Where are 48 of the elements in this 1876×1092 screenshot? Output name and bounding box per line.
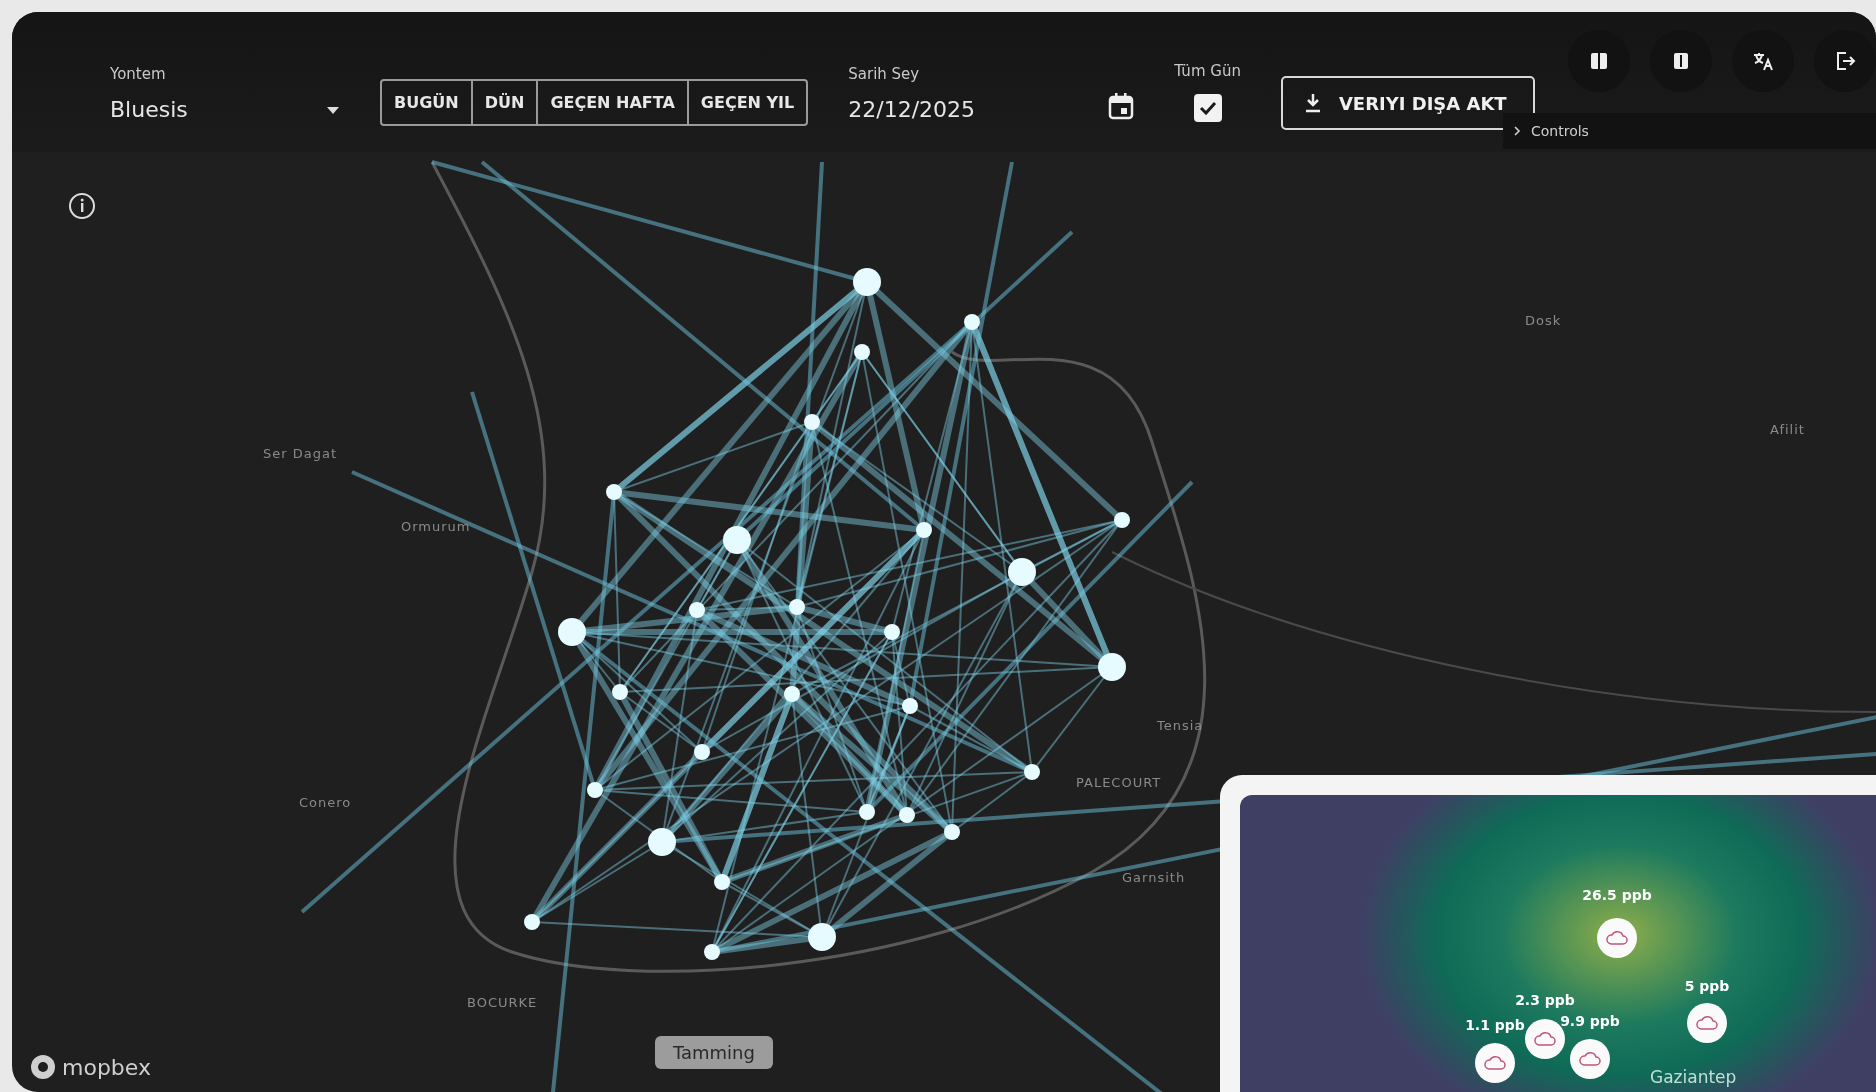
map-place-label: Ormurum	[401, 519, 471, 534]
date-label: Sarih Sey	[848, 65, 921, 83]
sensor-marker[interactable]	[1570, 1039, 1610, 1079]
method-select[interactable]: Bluesis	[110, 97, 340, 122]
sensor-marker[interactable]	[1687, 1003, 1727, 1043]
range-button[interactable]: BUGÜN	[382, 81, 471, 124]
range-button[interactable]: GEÇEN YIL	[686, 81, 807, 124]
cloud-icon	[1483, 1055, 1507, 1071]
caret-icon	[326, 104, 340, 115]
cloud-icon	[1605, 930, 1629, 946]
reading-label: 5 ppb	[1684, 978, 1730, 994]
map-place-label: Tensia	[1157, 718, 1204, 733]
check-icon	[1198, 101, 1217, 115]
map-place-label: PALECOURT	[1076, 775, 1162, 790]
reading-label: 9.9 ppb	[1560, 1013, 1620, 1029]
translate-icon	[1752, 50, 1774, 72]
cloud-icon	[1695, 1015, 1719, 1031]
cloud-icon	[1578, 1051, 1602, 1067]
map-place-label: Conero	[299, 795, 352, 810]
chevron-icon	[1513, 125, 1521, 137]
date-field[interactable]: 22/12/2025	[848, 97, 1069, 122]
range-button[interactable]: DÜN	[470, 81, 537, 124]
range-button[interactable]: GEÇEN HAFTA	[536, 81, 687, 124]
cloud-icon	[1533, 1031, 1557, 1047]
sensor-marker[interactable]	[1597, 918, 1637, 958]
map-tooltip: Tamming	[655, 1036, 773, 1069]
split-view-icon	[1671, 51, 1691, 71]
download-icon	[1304, 93, 1321, 113]
sensor-marker[interactable]	[1475, 1043, 1515, 1083]
calendar-icon[interactable]	[1108, 92, 1135, 120]
map-place-label: Afilit	[1770, 422, 1805, 437]
reading-label: 26.5 ppb	[1582, 887, 1652, 903]
all-day-label: Tüm Gün	[1174, 62, 1241, 80]
reading-label: 1.1 ppb	[1465, 1017, 1525, 1033]
logout-icon	[1834, 50, 1856, 72]
map-place-label: Dosk	[1525, 313, 1562, 328]
inset-place-label: Gaziantep	[1650, 1067, 1737, 1087]
method-label: Yontem	[110, 65, 167, 83]
all-day-checkbox[interactable]	[1193, 94, 1222, 122]
reading-label: 2.3 ppb	[1515, 992, 1575, 1008]
map-place-label: Ser Dagat	[263, 446, 338, 461]
map-logo-icon	[30, 1054, 56, 1080]
map-place-label: Garnsith	[1122, 870, 1186, 885]
panel-icon	[1589, 51, 1609, 71]
info-icon[interactable]	[68, 192, 96, 220]
map-attribution: mopbex	[62, 1054, 151, 1080]
controls-toggle[interactable]: Controls	[1503, 113, 1876, 149]
map-place-label: BOCURKE	[467, 995, 538, 1010]
